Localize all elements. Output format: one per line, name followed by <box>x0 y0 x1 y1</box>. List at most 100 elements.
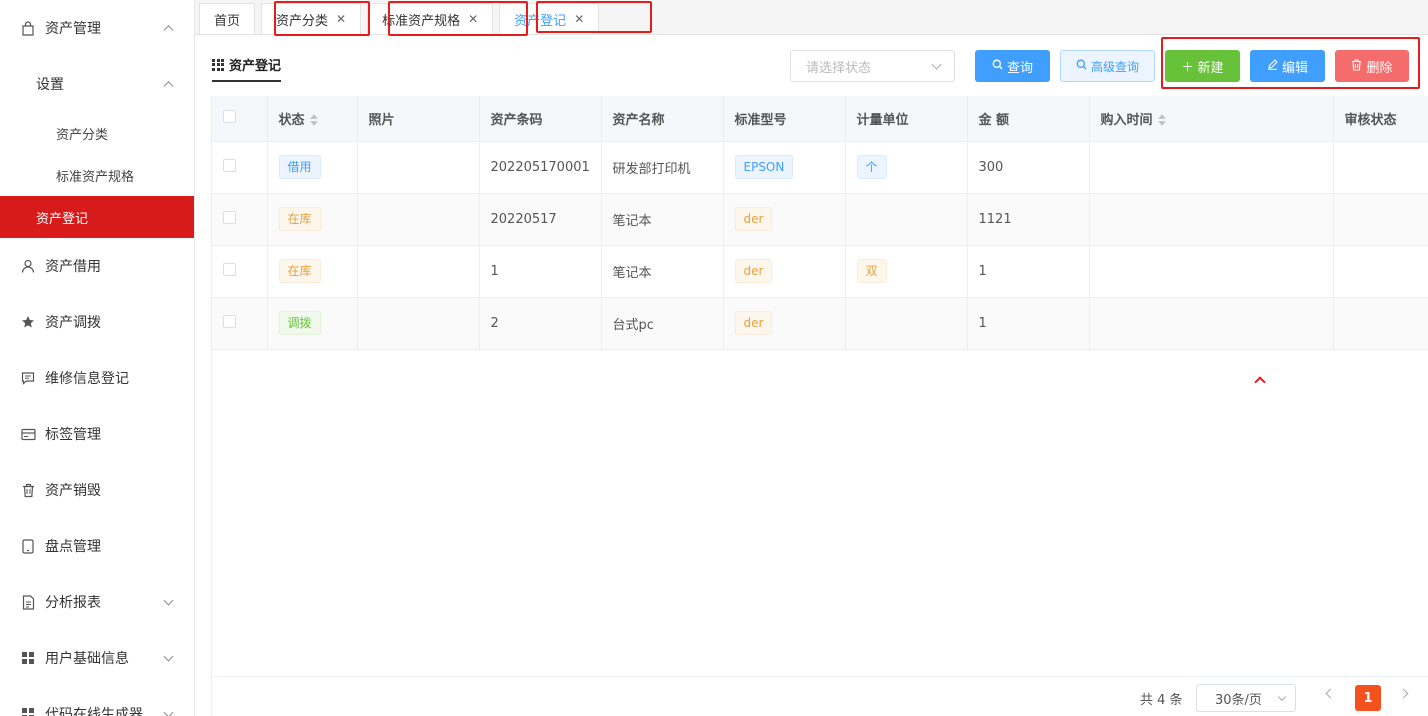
menu-asset-category[interactable]: 资产分类 <box>0 112 194 154</box>
barcode-cell: 1 <box>479 245 602 298</box>
row-select-cell <box>212 297 268 350</box>
page-number-current[interactable]: 1 <box>1355 685 1381 711</box>
status-cell: 借用 <box>267 141 358 194</box>
row-checkbox[interactable] <box>223 314 236 328</box>
search-icon <box>1076 59 1087 73</box>
menu-asset-management[interactable]: 资产管理 <box>0 0 194 56</box>
header-model: 标准型号 <box>723 96 846 142</box>
tab-standard-spec[interactable]: 标准资产规格 ✕ <box>367 3 494 34</box>
model-badge: der <box>734 207 773 231</box>
menu-label: 设置 <box>36 77 64 93</box>
tab-label: 资产分类 <box>276 13 329 29</box>
chevron-up-icon <box>163 81 174 92</box>
header-unit: 计量单位 <box>845 96 968 142</box>
advanced-query-button[interactable]: 高级查询 <box>1060 50 1155 82</box>
menu-label: 分析报表 <box>45 595 101 611</box>
purchase-time-cell <box>1089 297 1334 350</box>
next-page-icon[interactable] <box>1398 688 1409 699</box>
query-button[interactable]: 查询 <box>975 50 1050 82</box>
header-amount: 金 额 <box>967 96 1090 142</box>
table-row[interactable]: 调拨 2 台式pc der 1 <box>212 297 1428 350</box>
menu-user-info[interactable]: 用户基础信息 <box>0 630 194 686</box>
header-name: 资产名称 <box>601 96 724 142</box>
header-label: 购入时间 <box>1100 112 1153 128</box>
trash-icon <box>1351 58 1362 74</box>
menu-asset-destroy[interactable]: 资产销毁 <box>0 462 194 518</box>
model-cell: der <box>723 245 846 298</box>
purchase-time-cell <box>1089 193 1334 246</box>
tab-asset-registration[interactable]: 资产登记 ✕ <box>499 3 600 34</box>
select-all-cell <box>212 96 268 142</box>
delete-button-label: 删除 <box>1366 60 1393 76</box>
row-checkbox[interactable] <box>223 210 236 224</box>
row-checkbox[interactable] <box>223 262 236 276</box>
status-cell: 调拨 <box>267 297 358 350</box>
menu-label: 资产管理 <box>45 21 101 37</box>
tab-label: 资产登记 <box>514 13 567 29</box>
menu-label: 资产借用 <box>45 259 101 275</box>
header-purchase-time[interactable]: 购入时间 <box>1089 96 1334 142</box>
close-icon[interactable]: ✕ <box>574 12 584 26</box>
barcode-cell: 202205170001 <box>479 141 602 194</box>
grid-icon <box>20 706 36 716</box>
sidebar: 资产管理 设置 资产分类 标准资产规格 资产登记 资产借用 资产调拨 维修信息登… <box>0 0 195 716</box>
plus-icon: ＋ <box>1181 59 1194 74</box>
audit-status-cell <box>1333 297 1428 350</box>
photo-cell <box>357 141 480 194</box>
barcode-cell: 2 <box>479 297 602 350</box>
tab-asset-category[interactable]: 资产分类 ✕ <box>261 3 362 34</box>
menu-standard-spec[interactable]: 标准资产规格 <box>0 154 194 196</box>
menu-label: 标签管理 <box>45 427 101 443</box>
menu-analysis-report[interactable]: 分析报表 <box>0 574 194 630</box>
menu-label-management[interactable]: 标签管理 <box>0 406 194 462</box>
header-label: 资产条码 <box>490 112 543 128</box>
header-status[interactable]: 状态 <box>267 96 358 142</box>
sort-icon[interactable] <box>309 114 318 127</box>
model-badge: der <box>734 259 773 283</box>
menu-asset-registration[interactable]: 资产登记 <box>0 196 194 238</box>
audit-status-cell <box>1333 193 1428 246</box>
amount-cell: 1 <box>967 297 1090 350</box>
tab-home[interactable]: 首页 <box>199 3 256 34</box>
page-size-select[interactable]: 30条/页 <box>1196 684 1296 712</box>
status-cell: 在库 <box>267 245 358 298</box>
prev-page-icon[interactable] <box>1325 688 1336 699</box>
model-cell: EPSON <box>723 141 846 194</box>
status-select-placeholder: 请选择状态 <box>806 60 872 76</box>
table-row[interactable]: 在库 1 笔记本 der 双 1 <box>212 245 1428 298</box>
model-cell: der <box>723 193 846 246</box>
amount-cell: 1121 <box>967 193 1090 246</box>
menu-code-generator[interactable]: 代码在线生成器 <box>0 686 194 716</box>
status-badge: 在库 <box>278 207 321 231</box>
audit-status-cell <box>1333 141 1428 194</box>
menu-label: 代码在线生成器 <box>45 707 143 716</box>
table-row[interactable]: 借用 202205170001 研发部打印机 EPSON 个 300 <box>212 141 1428 194</box>
status-select[interactable]: 请选择状态 <box>790 50 955 82</box>
close-icon[interactable]: ✕ <box>336 12 346 26</box>
grid-icon <box>20 650 36 666</box>
photo-cell <box>357 193 480 246</box>
menu-asset-transfer[interactable]: 资产调拨 <box>0 294 194 350</box>
menu-repair-registration[interactable]: 维修信息登记 <box>0 350 194 406</box>
status-badge: 调拨 <box>278 311 321 335</box>
close-icon[interactable]: ✕ <box>468 12 478 26</box>
sort-icon[interactable] <box>1157 114 1166 127</box>
search-icon <box>992 59 1003 73</box>
row-checkbox[interactable] <box>223 158 236 172</box>
name-cell: 台式pc <box>601 297 724 350</box>
menu-label: 维修信息登记 <box>45 371 129 387</box>
tab-label: 标准资产规格 <box>382 13 461 29</box>
row-select-cell <box>212 141 268 194</box>
menu-inventory-check[interactable]: 盘点管理 <box>0 518 194 574</box>
menu-settings[interactable]: 设置 <box>0 56 194 112</box>
edit-button[interactable]: 编辑 <box>1250 50 1325 82</box>
table-row[interactable]: 在库 20220517 笔记本 der 1121 <box>212 193 1428 246</box>
bag-icon <box>20 20 36 36</box>
new-button[interactable]: ＋ 新建 <box>1165 50 1240 82</box>
delete-button[interactable]: 删除 <box>1335 50 1409 82</box>
tab-label: 首页 <box>214 13 241 29</box>
audit-status-cell <box>1333 245 1428 298</box>
header-label: 资产名称 <box>612 112 665 128</box>
select-all-checkbox[interactable] <box>223 109 236 123</box>
menu-asset-borrow[interactable]: 资产借用 <box>0 238 194 294</box>
